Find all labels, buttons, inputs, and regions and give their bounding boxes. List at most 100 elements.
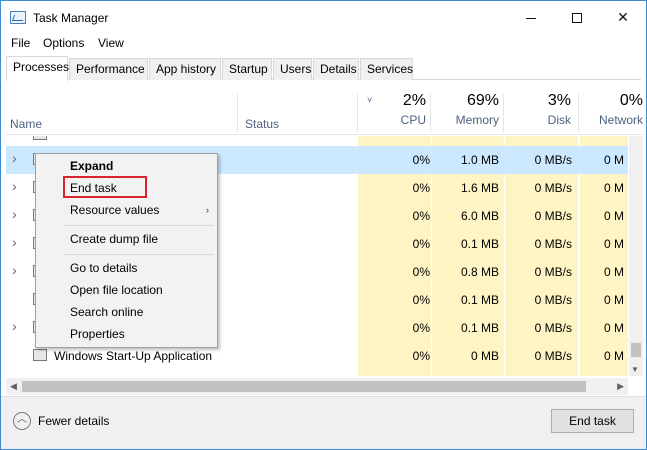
fewer-details-link[interactable]: Fewer details	[38, 414, 109, 428]
maximize-button[interactable]	[554, 1, 600, 33]
network-cell: 0 M	[604, 237, 625, 251]
column-status[interactable]: Status	[245, 117, 279, 131]
network-percent: 0%	[619, 92, 643, 109]
tab-app-history[interactable]: App history	[149, 58, 221, 80]
menu-separator	[64, 254, 214, 255]
network-cell: 0 M	[604, 321, 625, 335]
expand-chevron-icon[interactable]: ›	[12, 318, 17, 334]
tab-strip: Processes Performance App history Startu…	[6, 56, 641, 81]
network-cell: 0 M	[604, 293, 625, 307]
title-bar: Task Manager ✕	[1, 1, 646, 33]
cpu-cell: 0%	[412, 349, 430, 363]
chevron-up-icon[interactable]: ︿	[13, 412, 31, 430]
menu-file[interactable]: File	[11, 36, 30, 50]
cpu-cell: 0%	[412, 321, 430, 335]
end-task-button[interactable]: End task	[551, 409, 634, 433]
memory-cell: 0 MB	[470, 349, 499, 363]
minimize-button[interactable]	[508, 1, 554, 33]
expand-chevron-icon[interactable]: ›	[12, 234, 17, 250]
cpu-label: CPU	[400, 113, 426, 127]
disk-cell: 0 MB/s	[534, 153, 572, 167]
minimize-icon	[526, 17, 536, 19]
maximize-icon	[572, 13, 582, 24]
column-disk[interactable]: 3% Disk	[504, 92, 571, 127]
tab-processes[interactable]: Processes	[6, 56, 69, 81]
cpu-cell: 0%	[412, 181, 430, 195]
expand-chevron-icon[interactable]: ›	[12, 206, 17, 222]
network-cell: 0 M	[604, 265, 625, 279]
submenu-arrow-icon: ›	[206, 205, 209, 215]
horizontal-scroll-thumb[interactable]	[22, 381, 586, 392]
network-cell: 0 M	[604, 349, 625, 363]
expand-chevron-icon[interactable]: ›	[12, 262, 17, 278]
memory-cell: 6.0 MB	[460, 209, 499, 223]
tab-details[interactable]: Details	[313, 58, 359, 80]
menu-item-create-dump-file[interactable]: Create dump file	[70, 232, 158, 246]
memory-cell: 1.0 MB	[460, 153, 499, 167]
menu-item-open-file-location[interactable]: Open file location	[70, 283, 163, 297]
disk-cell: 0 MB/s	[534, 349, 572, 363]
disk-cell: 0 MB/s	[534, 321, 572, 335]
network-cell: 0 M	[604, 153, 625, 167]
expand-chevron-icon[interactable]: ›	[12, 178, 17, 194]
horizontal-scrollbar[interactable]: ◀ ▶	[6, 378, 628, 395]
tab-startup[interactable]: Startup	[222, 58, 272, 80]
end-task-callout	[63, 176, 147, 198]
scroll-right-icon[interactable]: ▶	[617, 381, 624, 392]
tab-services[interactable]: Services	[360, 58, 413, 80]
column-memory[interactable]: 69% Memory	[431, 92, 499, 127]
cpu-cell: 0%	[412, 209, 430, 223]
vertical-scroll-thumb[interactable]	[631, 343, 641, 357]
column-header: Name Status ˅ 2% CPU 69% Memory 3% Disk …	[6, 92, 643, 135]
column-network[interactable]: 0% Network	[579, 92, 643, 127]
network-cell: 0 M	[604, 209, 625, 223]
process-icon	[33, 136, 47, 140]
task-manager-icon	[10, 11, 26, 24]
memory-cell: 0.1 MB	[460, 237, 499, 251]
menu-item-go-to-details[interactable]: Go to details	[70, 261, 137, 275]
disk-cell: 0 MB/s	[534, 209, 572, 223]
close-icon: ✕	[617, 9, 629, 25]
menu-item-search-online[interactable]: Search online	[70, 305, 143, 319]
cpu-cell: 0%	[412, 153, 430, 167]
disk-cell: 0 MB/s	[534, 293, 572, 307]
cpu-percent: 2%	[402, 92, 426, 109]
menu-item-resource-values[interactable]: Resource values	[70, 203, 159, 217]
network-label: Network	[598, 113, 643, 127]
clipped-row	[6, 136, 628, 140]
cpu-cell: 0%	[412, 237, 430, 251]
context-menu: Expand End task Resource values › Create…	[35, 153, 218, 348]
expand-chevron-icon[interactable]: ›	[12, 150, 17, 166]
footer-bar: ︿ Fewer details End task	[1, 396, 646, 449]
network-cell: 0 M	[604, 181, 625, 195]
memory-cell: 1.6 MB	[460, 181, 499, 195]
close-button[interactable]: ✕	[600, 1, 646, 33]
menu-separator	[64, 225, 214, 226]
disk-cell: 0 MB/s	[534, 181, 572, 195]
process-name: Windows Start-Up Application	[54, 349, 213, 363]
cpu-cell: 0%	[412, 293, 430, 307]
vertical-scrollbar[interactable]: ▼	[629, 136, 643, 376]
scroll-left-icon[interactable]: ◀	[10, 381, 17, 392]
column-cpu[interactable]: 2% CPU	[358, 92, 426, 127]
cpu-cell: 0%	[412, 265, 430, 279]
window-title: Task Manager	[33, 11, 109, 25]
disk-percent: 3%	[547, 92, 571, 109]
menu-options[interactable]: Options	[43, 36, 84, 50]
memory-label: Memory	[455, 113, 499, 127]
disk-cell: 0 MB/s	[534, 265, 572, 279]
process-icon	[33, 349, 47, 361]
menu-item-expand[interactable]: Expand	[70, 159, 113, 173]
tab-performance[interactable]: Performance	[69, 58, 148, 80]
column-separator	[237, 94, 238, 132]
disk-label: Disk	[547, 113, 571, 127]
menu-item-properties[interactable]: Properties	[70, 327, 125, 341]
scroll-down-icon[interactable]: ▼	[631, 365, 639, 374]
tab-users[interactable]: Users	[273, 58, 312, 80]
memory-cell: 0.8 MB	[460, 265, 499, 279]
menu-view[interactable]: View	[98, 36, 124, 50]
end-task-button-label: End task	[569, 414, 616, 428]
memory-cell: 0.1 MB	[460, 321, 499, 335]
disk-cell: 0 MB/s	[534, 237, 572, 251]
column-name[interactable]: Name	[10, 117, 42, 131]
